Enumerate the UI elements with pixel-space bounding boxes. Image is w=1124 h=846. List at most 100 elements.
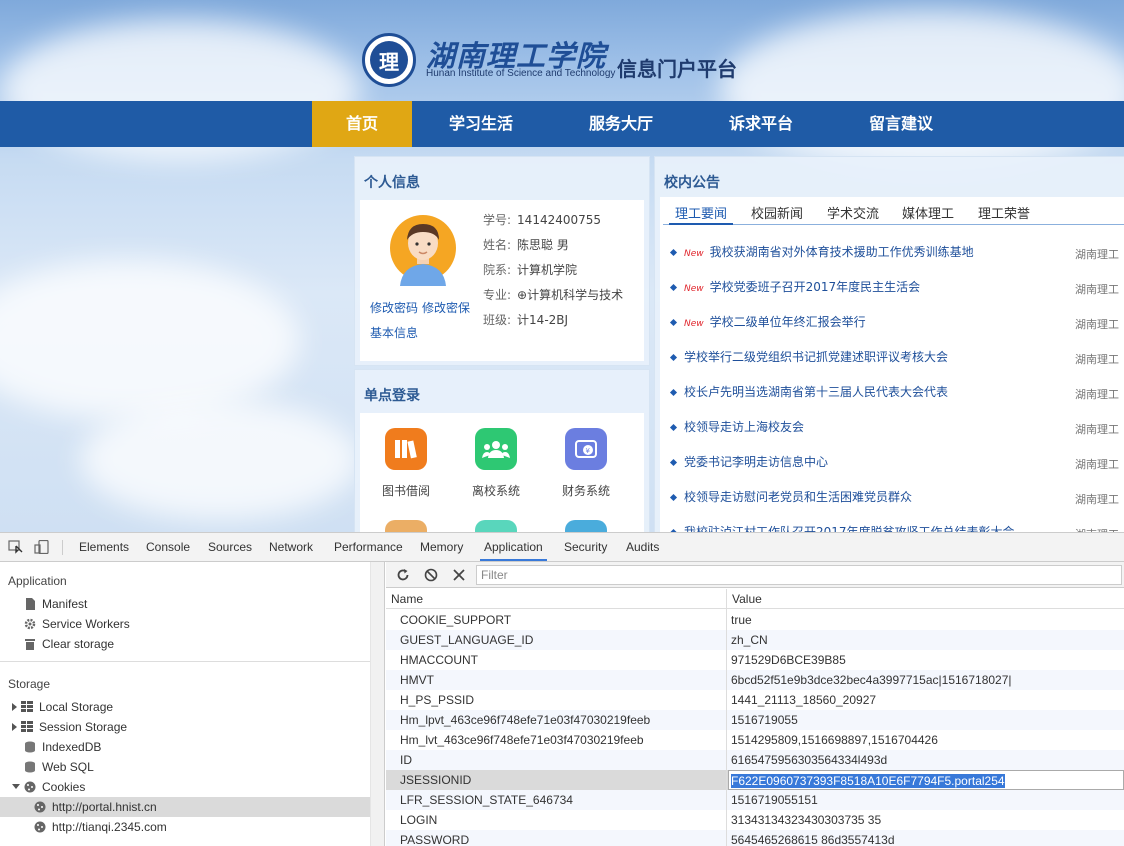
cookie-value[interactable]: 1516719055151 — [731, 790, 818, 810]
cookie-name[interactable]: Hm_lpvt_463ce96f748efe71e03f47030219feeb — [400, 710, 650, 730]
news-item[interactable]: 校领导走访慰问老党员和生活困难党员群众 — [669, 488, 912, 508]
sidebar-item-local-storage[interactable]: Local Storage — [12, 697, 113, 717]
cookie-name[interactable]: GUEST_LANGUAGE_ID — [400, 630, 533, 650]
cookie-site-portal[interactable]: http://portal.hnist.cn — [0, 797, 370, 817]
cookie-row[interactable]: GUEST_LANGUAGE_ID zh_CN — [386, 630, 1124, 650]
cookie-row[interactable]: HMACCOUNT 971529D6BCE39B85 — [386, 650, 1124, 670]
app-finance[interactable]: ¥ 财务系统 — [544, 428, 628, 499]
cookie-row[interactable]: Hm_lvt_463ce96f748efe71e03f47030219feeb 1… — [386, 730, 1124, 750]
cookie-name[interactable]: PASSWORD — [400, 830, 469, 846]
news-item[interactable]: 学校举行二级党组织书记抓党建述职评议考核大会 — [669, 348, 948, 368]
tab-media[interactable]: 媒体理工 — [896, 203, 960, 225]
tab-network[interactable]: Network — [265, 533, 317, 561]
news-title[interactable]: 学校二级单位年终汇报会举行 — [710, 315, 866, 329]
nav-service-hall[interactable]: 服务大厅 — [571, 101, 671, 147]
expand-arrow-icon[interactable] — [12, 723, 17, 731]
cookie-row[interactable]: Hm_lpvt_463ce96f748efe71e03f47030219feeb… — [386, 710, 1124, 730]
column-header-value[interactable]: Value — [727, 589, 1124, 609]
cookie-value[interactable]: 971529D6BCE39B85 — [731, 650, 846, 670]
nav-appeal-platform[interactable]: 诉求平台 — [711, 101, 811, 147]
tab-academic[interactable]: 学术交流 — [821, 203, 885, 225]
app-icon-partial[interactable] — [475, 520, 517, 532]
cookie-name[interactable]: LFR_SESSION_STATE_646734 — [400, 790, 573, 810]
cookie-name[interactable]: HMVT — [400, 670, 434, 690]
cookie-row[interactable]: H_PS_PSSID 1441_21113_18560_20927 — [386, 690, 1124, 710]
cookie-name[interactable]: LOGIN — [400, 810, 437, 830]
nav-message-board[interactable]: 留言建议 — [851, 101, 951, 147]
nav-study-life[interactable]: 学习生活 — [431, 101, 531, 147]
news-item[interactable]: 校领导走访上海校友会 — [669, 418, 804, 438]
tab-security[interactable]: Security — [560, 533, 611, 561]
tab-news-highlights[interactable]: 理工要闻 — [669, 203, 734, 225]
cookie-value-editor[interactable]: F622E0960737393F8518A10E6F7794F5.portal2… — [728, 770, 1124, 790]
tab-honors[interactable]: 理工荣誉 — [972, 203, 1036, 225]
cookie-row[interactable]: COOKIE_SUPPORT true — [386, 610, 1124, 630]
cookie-name[interactable]: ID — [400, 750, 412, 770]
basic-info-link[interactable]: 基本信息 — [370, 324, 418, 341]
column-divider[interactable] — [726, 589, 727, 846]
news-item[interactable]: New 我校获湖南省对外体育技术援助工作优秀训练基地 — [669, 243, 974, 263]
cookie-value[interactable]: 1516719055 — [731, 710, 798, 730]
news-item[interactable]: 党委书记李明走访信息中心 — [669, 453, 828, 473]
cookie-row[interactable]: HMVT 6bcd52f51e9b3dce32bec4a3997715ac|151… — [386, 670, 1124, 690]
inspect-element-icon[interactable] — [8, 540, 24, 554]
cookie-row[interactable]: PASSWORD 5645465268615 86d3557413d — [386, 830, 1124, 846]
news-title[interactable]: 学校党委班子召开2017年度民主生活会 — [710, 280, 921, 294]
collapse-arrow-icon[interactable] — [12, 784, 20, 789]
cookie-site-tianqi[interactable]: http://tianqi.2345.com — [34, 817, 167, 837]
app-icon-partial[interactable] — [565, 520, 607, 532]
tab-audits[interactable]: Audits — [622, 533, 663, 561]
tab-elements[interactable]: Elements — [75, 533, 133, 561]
sidebar-item-clear-storage[interactable]: Clear storage — [24, 634, 114, 654]
cookie-value[interactable]: 5645465268615 86d3557413d — [731, 830, 895, 846]
news-title[interactable]: 校长卢先明当选湖南省第十三届人民代表大会代表 — [684, 385, 948, 399]
cookie-name[interactable]: H_PS_PSSID — [400, 690, 474, 710]
device-toolbar-icon[interactable] — [34, 540, 50, 554]
news-title[interactable]: 学校举行二级党组织书记抓党建述职评议考核大会 — [684, 350, 948, 364]
clear-all-icon[interactable] — [422, 566, 440, 584]
cookie-name[interactable]: COOKIE_SUPPORT — [400, 610, 511, 630]
cookie-row[interactable]: ID 6165475956303564334l493d — [386, 750, 1124, 770]
cookie-name[interactable]: JSESSIONID — [400, 770, 471, 790]
app-library[interactable]: 图书借阅 — [364, 428, 448, 499]
tab-sources[interactable]: Sources — [204, 533, 256, 561]
sidebar-item-service-workers[interactable]: Service Workers — [24, 614, 130, 634]
cookie-value[interactable]: 6bcd52f51e9b3dce32bec4a3997715ac|1516718… — [731, 670, 1012, 690]
column-header-name[interactable]: Name — [386, 589, 727, 609]
news-item[interactable]: New 学校二级单位年终汇报会举行 — [669, 313, 866, 333]
sidebar-item-web-sql[interactable]: Web SQL — [24, 757, 94, 777]
cookie-value[interactable]: true — [731, 610, 752, 630]
tab-performance[interactable]: Performance — [330, 533, 407, 561]
cookie-value[interactable]: 31343134323430303735 35 — [731, 810, 881, 830]
change-password-link[interactable]: 修改密码 — [370, 299, 418, 316]
cookie-value-selected[interactable]: F622E0960737393F8518A10E6F7794F5.portal2… — [731, 774, 1005, 788]
news-title[interactable]: 我校获湖南省对外体育技术援助工作优秀训练基地 — [710, 245, 974, 259]
tab-console[interactable]: Console — [142, 533, 194, 561]
filter-input[interactable] — [476, 565, 1122, 585]
sidebar-scrollbar[interactable] — [370, 562, 384, 846]
news-title[interactable]: 校领导走访上海校友会 — [684, 420, 804, 434]
change-security-link[interactable]: 修改密保 — [422, 299, 470, 316]
cookie-value[interactable]: 6165475956303564334l493d — [731, 750, 887, 770]
cookie-value[interactable]: zh_CN — [731, 630, 768, 650]
sidebar-item-indexeddb[interactable]: IndexedDB — [24, 737, 101, 757]
refresh-icon[interactable] — [394, 566, 412, 584]
cookie-name[interactable]: Hm_lvt_463ce96f748efe71e03f47030219feeb — [400, 730, 644, 750]
cookie-name[interactable]: HMACCOUNT — [400, 650, 478, 670]
tab-campus-news[interactable]: 校园新闻 — [745, 203, 809, 225]
cookie-value[interactable]: 1441_21113_18560_20927 — [731, 690, 876, 710]
sidebar-item-session-storage[interactable]: Session Storage — [12, 717, 127, 737]
sidebar-item-cookies[interactable]: Cookies — [12, 777, 85, 797]
news-title[interactable]: 我校驻泸江村工作队召开2017年度脱贫攻坚工作总结表彰大会 — [684, 525, 1015, 532]
cookie-row[interactable]: LFR_SESSION_STATE_646734 1516719055151 — [386, 790, 1124, 810]
news-title[interactable]: 党委书记李明走访信息中心 — [684, 455, 828, 469]
cookie-row[interactable]: JSESSIONID F622E0960737393F8518A10E6F7794… — [386, 770, 1124, 790]
delete-selected-icon[interactable] — [450, 566, 468, 584]
app-leave-school[interactable]: 离校系统 — [454, 428, 538, 499]
news-item[interactable]: 校长卢先明当选湖南省第十三届人民代表大会代表 — [669, 383, 948, 403]
app-icon-partial[interactable] — [385, 520, 427, 532]
sidebar-item-manifest[interactable]: Manifest — [24, 594, 87, 614]
news-title[interactable]: 校领导走访慰问老党员和生活困难党员群众 — [684, 490, 912, 504]
tab-memory[interactable]: Memory — [416, 533, 467, 561]
cookie-row[interactable]: LOGIN 31343134323430303735 35 — [386, 810, 1124, 830]
